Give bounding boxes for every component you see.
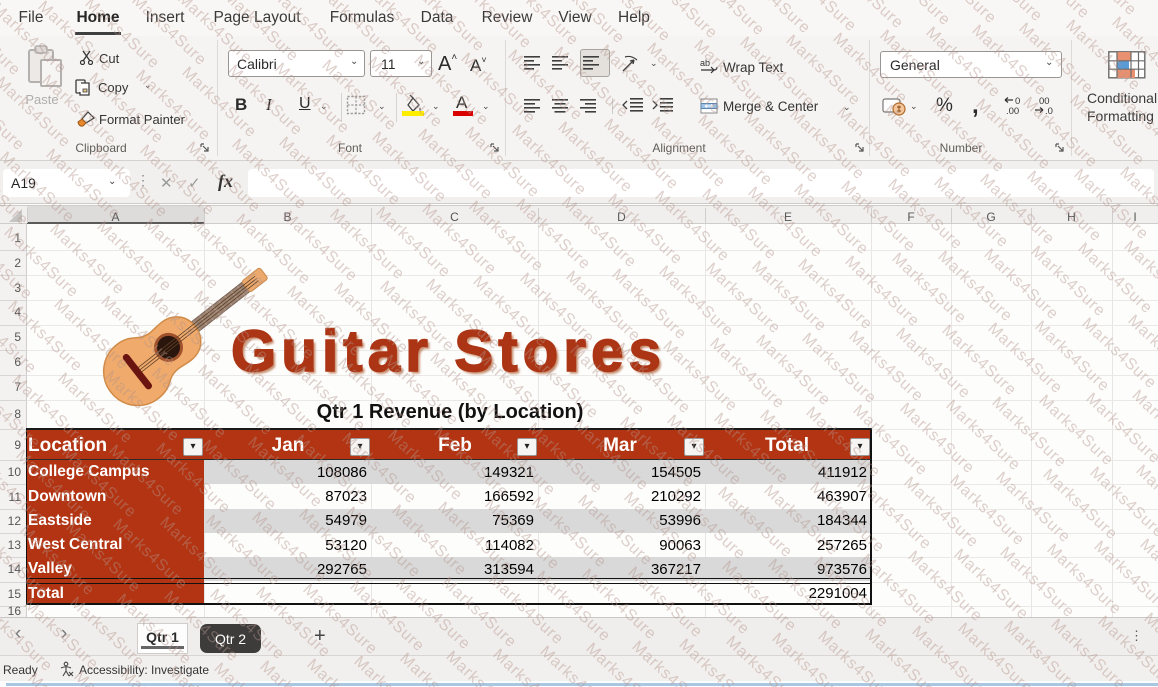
svg-text:.00: .00: [1006, 106, 1019, 115]
svg-text:.0: .0: [1045, 106, 1053, 115]
svg-text:ab: ab: [700, 58, 710, 68]
